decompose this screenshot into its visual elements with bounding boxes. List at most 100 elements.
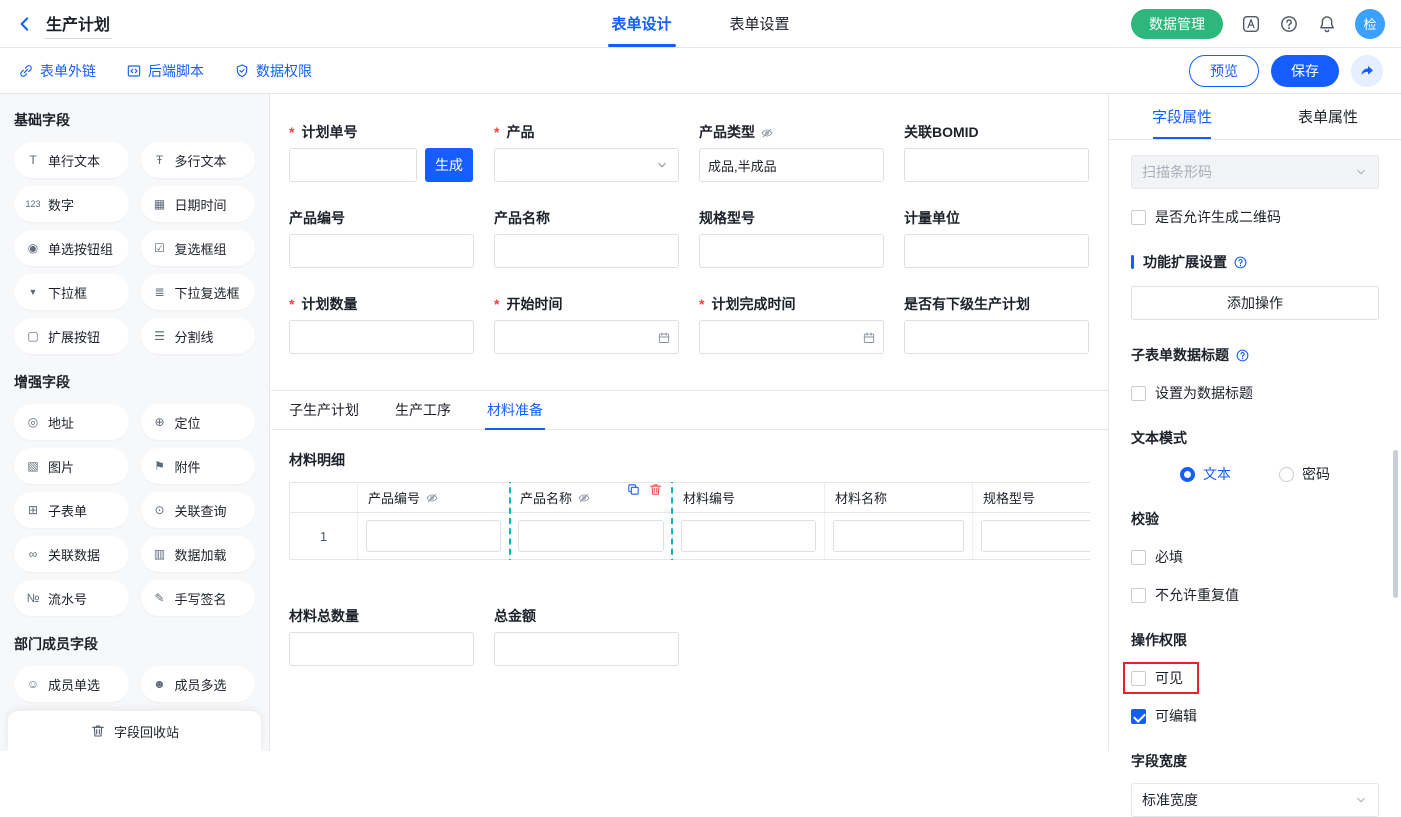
cell-spec-input[interactable]	[981, 520, 1090, 552]
tab-form-design[interactable]: 表单设计	[611, 0, 671, 47]
tab-production-process[interactable]: 生产工序	[395, 391, 451, 429]
field-plan-qty[interactable]: 计划数量	[289, 294, 474, 354]
field-product-type[interactable]: 产品类型	[699, 122, 884, 182]
password-radio[interactable]	[1279, 467, 1294, 482]
field-item-extend-button[interactable]: ▢扩展按钮	[14, 318, 129, 354]
field-item-attachment[interactable]: ⚑附件	[141, 448, 256, 484]
copy-icon[interactable]	[626, 482, 641, 497]
cell-product-name-input[interactable]	[518, 520, 664, 552]
qr-checkbox-row[interactable]: 是否允许生成二维码	[1131, 207, 1379, 227]
tab-form-settings[interactable]: 表单设置	[730, 0, 790, 47]
share-button[interactable]	[1351, 55, 1383, 87]
field-plan-no[interactable]: 计划单号 生成	[289, 122, 474, 182]
field-item-signature[interactable]: ✎手写签名	[141, 580, 256, 616]
field-amount-total[interactable]: 总金额	[494, 606, 679, 666]
help-icon[interactable]	[1233, 255, 1248, 270]
field-recycle-bin[interactable]: 字段回收站	[8, 711, 261, 751]
cell-material-no-input[interactable]	[681, 520, 816, 552]
column-header-product-no[interactable]: 产品编号	[358, 483, 510, 512]
width-select[interactable]: 标准宽度	[1131, 783, 1379, 817]
start-time-input[interactable]	[494, 320, 679, 354]
tab-form-properties[interactable]: 表单属性	[1255, 94, 1401, 139]
cell-product-no-input[interactable]	[366, 520, 501, 552]
required-row[interactable]: 必填	[1131, 547, 1379, 567]
preview-button[interactable]: 预览	[1189, 55, 1259, 87]
field-item-single-text[interactable]: T单行文本	[14, 142, 129, 178]
field-finish-time[interactable]: 计划完成时间	[699, 294, 884, 354]
translate-icon[interactable]	[1241, 14, 1261, 34]
field-item-member-single[interactable]: ☺成员单选	[14, 666, 129, 702]
field-product-name[interactable]: 产品名称	[494, 208, 679, 268]
spec-input[interactable]	[699, 234, 884, 268]
field-spec[interactable]: 规格型号	[699, 208, 884, 268]
field-item-checkbox-group[interactable]: ☑复选框组	[141, 230, 256, 266]
visible-row[interactable]: 可见	[1131, 668, 1183, 688]
unit-input[interactable]	[904, 234, 1089, 268]
avatar[interactable]: 检	[1355, 9, 1385, 39]
back-button[interactable]	[16, 15, 34, 33]
set-data-title-row[interactable]: 设置为数据标题	[1131, 383, 1379, 403]
has-sub-plan-input[interactable]	[904, 320, 1089, 354]
field-item-dropdown[interactable]: ▼下拉框	[14, 274, 129, 310]
field-item-subform[interactable]: ⊞子表单	[14, 492, 129, 528]
column-header-material-name[interactable]: 材料名称	[825, 483, 973, 512]
product-select[interactable]	[494, 148, 679, 182]
tab-field-properties[interactable]: 字段属性	[1109, 94, 1255, 139]
help-icon[interactable]	[1279, 14, 1299, 34]
plan-no-input[interactable]	[289, 148, 417, 182]
text-radio[interactable]	[1180, 467, 1195, 482]
field-has-sub-plan[interactable]: 是否有下级生产计划	[904, 294, 1089, 354]
finish-time-input[interactable]	[699, 320, 884, 354]
editable-row[interactable]: 可编辑	[1131, 706, 1379, 726]
field-item-related-query[interactable]: ⊙关联查询	[141, 492, 256, 528]
qr-checkbox[interactable]	[1131, 210, 1146, 225]
delete-icon[interactable]	[648, 482, 663, 497]
tab-material-preparation[interactable]: 材料准备	[487, 391, 543, 429]
plan-qty-input[interactable]	[289, 320, 474, 354]
field-product-no[interactable]: 产品编号	[289, 208, 474, 268]
visible-checkbox[interactable]	[1131, 671, 1146, 686]
field-bom-id[interactable]: 关联BOMID	[904, 122, 1089, 182]
bom-id-input[interactable]	[904, 148, 1089, 182]
field-item-member-multi[interactable]: ☻成员多选	[141, 666, 256, 702]
field-unit[interactable]: 计量单位	[904, 208, 1089, 268]
field-item-serial-number[interactable]: №流水号	[14, 580, 129, 616]
set-data-title-checkbox[interactable]	[1131, 386, 1146, 401]
field-item-image[interactable]: ▧图片	[14, 448, 129, 484]
product-name-input[interactable]	[494, 234, 679, 268]
product-no-input[interactable]	[289, 234, 474, 268]
column-header-spec[interactable]: 规格型号	[973, 483, 1090, 512]
no-duplicate-row[interactable]: 不允许重复值	[1131, 585, 1379, 605]
backend-script-button[interactable]: 后端脚本	[126, 61, 204, 81]
cell-material-name-input[interactable]	[833, 520, 964, 552]
field-item-address[interactable]: ◎地址	[14, 404, 129, 440]
column-header-material-no[interactable]: 材料编号	[673, 483, 825, 512]
panel-scrollbar[interactable]	[1393, 450, 1398, 598]
bell-icon[interactable]	[1317, 14, 1337, 34]
field-item-datetime[interactable]: ▦日期时间	[141, 186, 256, 222]
no-duplicate-checkbox[interactable]	[1131, 588, 1146, 603]
field-item-divider[interactable]: ☰分割线	[141, 318, 256, 354]
radio-password[interactable]: 密码	[1279, 464, 1330, 484]
field-item-related-data[interactable]: ∞关联数据	[14, 536, 129, 572]
help-icon[interactable]	[1235, 348, 1250, 363]
data-manage-button[interactable]: 数据管理	[1131, 9, 1223, 39]
external-link-button[interactable]: 表单外链	[18, 61, 96, 81]
field-item-dropdown-multi[interactable]: ≣下拉复选框	[141, 274, 256, 310]
field-item-number[interactable]: 123数字	[14, 186, 129, 222]
amount-total-input[interactable]	[494, 632, 679, 666]
add-action-button[interactable]: 添加操作	[1131, 286, 1379, 320]
barcode-select[interactable]: 扫描条形码	[1131, 155, 1379, 189]
radio-text[interactable]: 文本	[1180, 464, 1231, 484]
required-checkbox[interactable]	[1131, 550, 1146, 565]
field-item-location[interactable]: ⊕定位	[141, 404, 256, 440]
save-button[interactable]: 保存	[1271, 55, 1339, 87]
field-item-multi-text[interactable]: Ŧ多行文本	[141, 142, 256, 178]
editable-checkbox[interactable]	[1131, 709, 1146, 724]
generate-button[interactable]: 生成	[425, 148, 473, 182]
tab-sub-production-plan[interactable]: 子生产计划	[289, 391, 359, 429]
field-item-radio-group[interactable]: ◉单选按钮组	[14, 230, 129, 266]
field-material-total[interactable]: 材料总数量	[289, 606, 474, 666]
field-product[interactable]: 产品	[494, 122, 679, 182]
material-total-input[interactable]	[289, 632, 474, 666]
